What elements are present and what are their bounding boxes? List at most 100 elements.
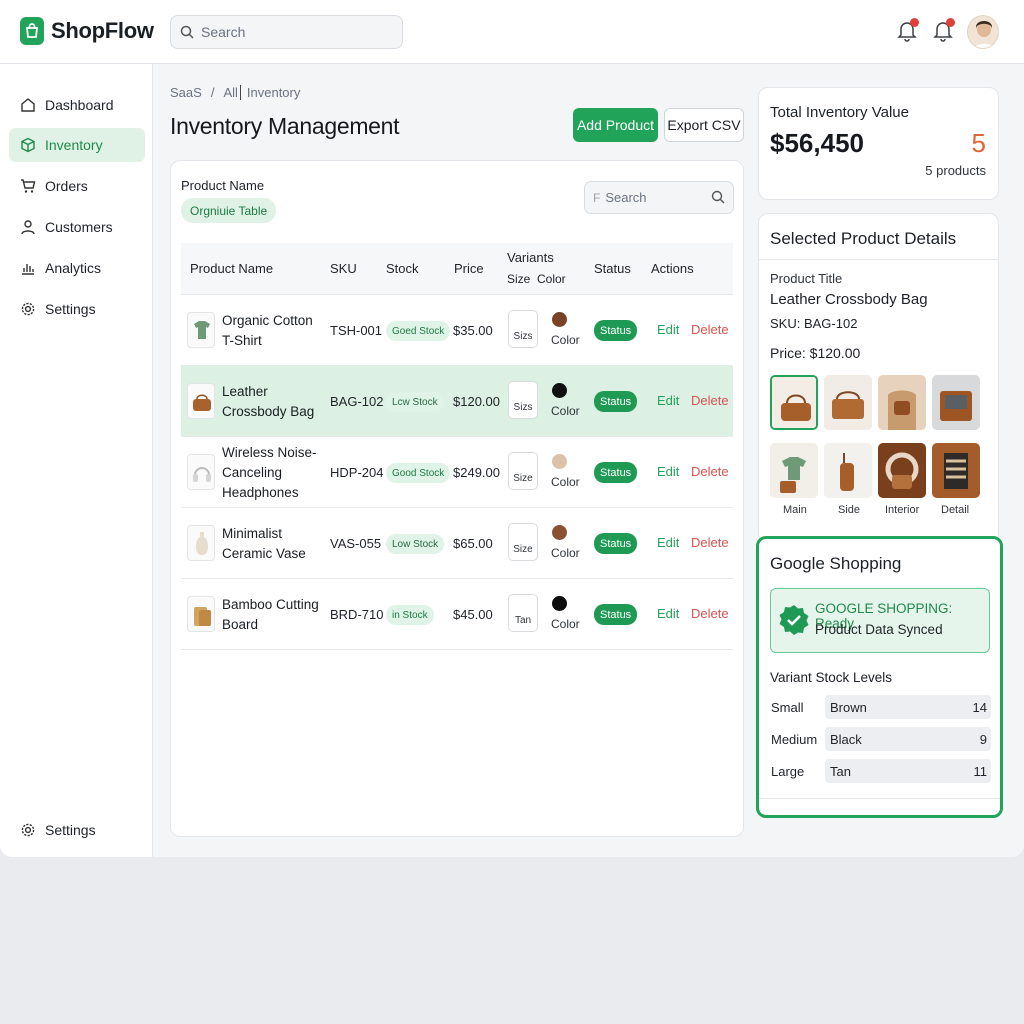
product-image-interior[interactable] xyxy=(878,443,926,498)
sidebar-item-dashboard[interactable]: Dashboard xyxy=(9,88,145,122)
sidebar-item-label: Settings xyxy=(45,822,96,838)
delete-link[interactable]: Delete xyxy=(691,322,729,337)
product-image-open[interactable] xyxy=(932,375,980,430)
table-row[interactable]: Wireless Noise-Canceling Headphones HDP-… xyxy=(181,437,733,508)
color-label: Color xyxy=(551,475,580,489)
breadcrumb-item[interactable]: SaaS xyxy=(170,85,202,100)
filter-chip[interactable]: Orgniuie Table xyxy=(181,198,277,223)
status-badge[interactable]: Status xyxy=(594,462,638,483)
edit-link[interactable]: Edit xyxy=(657,606,679,621)
table-row[interactable]: Organic Cotton T-Shirt TSH-001 Goed Stoc… xyxy=(181,295,733,366)
user-avatar[interactable] xyxy=(967,15,999,49)
image-label: Interior xyxy=(885,504,920,516)
table-search-input[interactable]: F Search xyxy=(584,181,734,214)
product-name: Minimalist Ceramic Vase xyxy=(222,526,306,561)
product-thumbnail-board xyxy=(187,596,215,632)
column-header-status[interactable]: Status xyxy=(594,261,631,276)
sidebar-item-analytics[interactable]: Analytics xyxy=(9,251,145,285)
variant-color: Brown xyxy=(830,700,867,715)
global-search-input[interactable]: Search xyxy=(170,15,403,49)
sidebar-item-inventory[interactable]: Inventory xyxy=(9,128,145,162)
product-price: $45.00 xyxy=(453,607,493,622)
product-image-main[interactable] xyxy=(770,375,818,430)
edit-link[interactable]: Edit xyxy=(657,393,679,408)
product-thumbnail-bag xyxy=(187,383,215,419)
inventory-table-card: Product Name Orgniuie Table F Search Pro… xyxy=(170,160,744,837)
edit-link[interactable]: Edit xyxy=(657,535,679,550)
export-csv-button[interactable]: Export CSV xyxy=(664,108,744,142)
column-header-price[interactable]: Price xyxy=(454,261,484,276)
variant-color: Tan xyxy=(830,764,851,779)
size-selector[interactable]: Sizs xyxy=(508,310,538,348)
product-sku: TSH-001 xyxy=(330,323,383,338)
sidebar-item-orders[interactable]: Orders xyxy=(9,169,145,203)
user-icon xyxy=(21,220,35,235)
size-selector[interactable]: Tan xyxy=(508,594,538,632)
column-header-name[interactable]: Product Name xyxy=(190,261,273,276)
status-badge[interactable]: Status xyxy=(594,604,638,625)
stock-badge: Lcw Stock xyxy=(386,392,444,412)
google-sync-status: GOOGLE SHOPPING: Ready Product Data Sync… xyxy=(770,588,990,653)
delete-link[interactable]: Delete xyxy=(691,535,729,550)
stock-badge: Goed Stock xyxy=(386,321,451,341)
add-product-button[interactable]: Add Product xyxy=(573,108,658,142)
product-image-side[interactable] xyxy=(824,375,872,430)
inventory-value-amount: $56,450 xyxy=(770,128,864,158)
app-name: ShopFlow xyxy=(51,18,154,43)
column-header-color: Color xyxy=(537,272,566,286)
alerts-bell-icon[interactable] xyxy=(932,18,956,44)
product-price: $65.00 xyxy=(453,536,493,551)
status-badge[interactable]: Status xyxy=(594,533,638,554)
delete-link[interactable]: Delete xyxy=(691,393,729,408)
size-selector[interactable]: Size xyxy=(508,452,538,490)
delete-link[interactable]: Delete xyxy=(691,464,729,479)
logo[interactable]: ShopFlow xyxy=(20,17,154,45)
stock-badge: Good Stock xyxy=(386,463,451,483)
table-row[interactable]: Bamboo Cutting Board BRD-710 in Stock $4… xyxy=(181,579,733,650)
color-label: Color xyxy=(551,404,580,418)
table-row-selected[interactable]: Leather Crossbody Bag BAG-102 Lcw Stock … xyxy=(181,366,733,437)
product-price: $120.00 xyxy=(453,394,500,409)
size-selector[interactable]: Sizs xyxy=(508,381,538,419)
delete-link[interactable]: Delete xyxy=(691,606,729,621)
page-title: Inventory Management xyxy=(170,113,400,139)
status-badge[interactable]: Status xyxy=(594,391,638,412)
variant-qty: 9 xyxy=(979,732,987,747)
product-image-detail[interactable] xyxy=(932,443,980,498)
color-swatch[interactable] xyxy=(552,454,567,469)
edit-link[interactable]: Edit xyxy=(657,464,679,479)
sidebar-bottom-settings[interactable]: Settings xyxy=(9,813,145,847)
product-image-side-alt[interactable] xyxy=(824,443,872,498)
breadcrumb-item: Inventory xyxy=(246,85,301,100)
status-badge[interactable]: Status xyxy=(594,320,638,341)
column-header-sku[interactable]: SKU xyxy=(330,261,357,276)
image-label: Detail xyxy=(941,504,970,516)
product-price: $249.00 xyxy=(453,465,500,480)
color-label: Color xyxy=(551,333,580,347)
size-selector[interactable]: Size xyxy=(508,523,538,561)
table-row[interactable]: Minimalist Ceramic Vase VAS-055 Low Stoc… xyxy=(181,508,733,579)
breadcrumb-item[interactable]: All xyxy=(223,85,241,100)
sidebar-item-settings[interactable]: Settings xyxy=(9,292,145,326)
color-swatch[interactable] xyxy=(552,383,567,398)
search-icon xyxy=(180,25,194,39)
product-image-main-alt[interactable] xyxy=(770,443,818,498)
color-label: Color xyxy=(551,546,580,560)
sidebar-item-customers[interactable]: Customers xyxy=(9,210,145,244)
column-header-stock[interactable]: Stock xyxy=(386,261,419,276)
product-count-label: 5 products xyxy=(925,163,986,178)
product-image-lifestyle[interactable] xyxy=(878,375,926,430)
variant-size-label: Medium xyxy=(771,732,818,747)
color-swatch[interactable] xyxy=(552,596,567,611)
google-heading: Google Shopping xyxy=(770,554,902,573)
edit-link[interactable]: Edit xyxy=(657,322,679,337)
table-search-placeholder: Search xyxy=(605,190,647,205)
table-search-prefix: F xyxy=(593,190,601,205)
color-swatch[interactable] xyxy=(552,525,567,540)
notification-bell-icon[interactable] xyxy=(896,18,920,44)
product-sku-detail: SKU: BAG-102 xyxy=(770,316,858,331)
app-window: ShopFlow Search Dashboard Inventory Orde… xyxy=(0,0,1024,857)
product-name: Leather Crossbody Bag xyxy=(222,384,315,419)
color-swatch[interactable] xyxy=(552,312,567,327)
variant-stock-heading: Variant Stock Levels xyxy=(770,670,893,685)
